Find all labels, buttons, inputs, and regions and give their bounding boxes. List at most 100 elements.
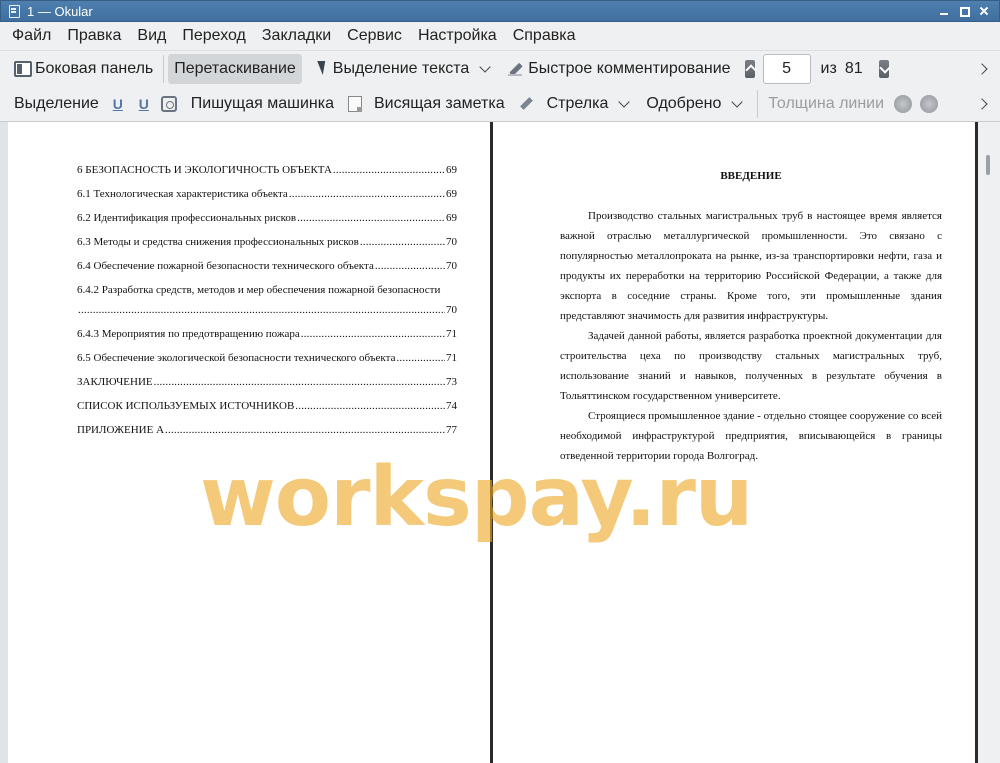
menu-go[interactable]: Переход	[174, 22, 254, 50]
typewriter-label: Пишущая машинка	[190, 94, 334, 112]
close-icon[interactable]	[979, 6, 989, 16]
introduction-paragraph: Задачей данной работы, является разработ…	[560, 330, 942, 402]
next-page-icon[interactable]	[878, 59, 889, 78]
sidebar-button[interactable]: Боковая панель	[8, 54, 159, 84]
window-title: 1 — Okular	[27, 3, 93, 19]
toc-entry: 6.4.2 Разработка средств, методов и мер …	[77, 284, 457, 296]
quick-comment-label: Быстрое комментирование	[528, 59, 731, 77]
approved-stamp-button[interactable]: Одобрено	[640, 89, 753, 119]
menu-settings[interactable]: Настройка	[410, 22, 505, 50]
pen-icon	[507, 60, 525, 78]
maximize-icon[interactable]	[959, 6, 970, 17]
toc-entry-title: 6.5 Обеспечение экологической безопаснос…	[77, 352, 396, 364]
arrow-tool-button[interactable]: Стрелка	[541, 89, 641, 119]
text-select-button[interactable]: Выделение текста	[306, 54, 502, 84]
minimize-icon[interactable]	[939, 6, 949, 16]
title-bar: 1 — Okular	[0, 0, 1000, 22]
chevron-down-icon[interactable]	[479, 60, 491, 73]
sidebar-icon	[14, 60, 32, 77]
toc-entry: СПИСОК ИСПОЛЬЗУЕМЫХ ИСТОЧНИКОВ 74	[77, 400, 457, 412]
toc-entry-page: 71	[446, 352, 457, 364]
toc-entry-title: 6.2 Идентификация профессиональных риско…	[77, 212, 297, 224]
toc-entry-title: 6 БЕЗОПАСНОСТЬ И ЭКОЛОГИЧНОСТЬ ОБЪЕКТА	[77, 164, 332, 176]
introduction-paragraph: Производство стальных магистральных труб…	[560, 210, 942, 322]
text-cursor-icon	[312, 60, 330, 78]
total-pages-label: 81	[844, 59, 863, 77]
selection-tool-button[interactable]: Выделение	[8, 89, 105, 119]
popup-note-button[interactable]: Висящая заметка	[368, 89, 511, 119]
toolbar-separator	[163, 54, 165, 83]
squiggle-underline-icon[interactable]: U	[137, 96, 151, 112]
menu-help[interactable]: Справка	[505, 22, 584, 50]
toc-entry: 6.3 Методы и средства снижения профессио…	[77, 236, 457, 248]
main-toolbar: Боковая панель Перетаскивание Выделение …	[0, 50, 1000, 86]
stamp-icon[interactable]	[160, 95, 177, 112]
text-select-label: Выделение текста	[332, 59, 470, 77]
menu-view[interactable]: Вид	[129, 22, 174, 50]
chevron-down-icon[interactable]	[618, 95, 631, 108]
document-view[interactable]: 6 БЕЗОПАСНОСТЬ И ЭКОЛОГИЧНОСТЬ ОБЪЕКТА 69…	[0, 122, 1000, 763]
toc-entry: 6 БЕЗОПАСНОСТЬ И ЭКОЛОГИЧНОСТЬ ОБЪЕКТА 69	[77, 164, 457, 176]
line-width-label: Толщина линии	[768, 94, 885, 112]
toc-entry-page: 74	[446, 400, 457, 412]
toc-entry-title: ПРИЛОЖЕНИЕ А	[77, 424, 165, 436]
introduction-paragraph: Строящиеся промышленное здание - отдельн…	[560, 410, 942, 462]
vertical-scrollbar[interactable]	[978, 122, 1000, 763]
line-width-button[interactable]: Толщина линии	[762, 89, 890, 119]
toc-entry-page: 71	[446, 328, 457, 340]
toc-entry-page: 70	[446, 236, 457, 248]
selection-label: Выделение	[14, 94, 99, 112]
quick-comment-button[interactable]: Быстрое комментирование	[501, 54, 736, 84]
menu-bookmarks[interactable]: Закладки	[254, 22, 339, 50]
toc-entry: 6.1 Технологическая характеристика объек…	[77, 188, 457, 200]
toc-entry: 6.2 Идентификация профессиональных риско…	[77, 212, 457, 224]
previous-page-icon[interactable]	[744, 59, 755, 78]
introduction-heading: ВВЕДЕНИЕ	[720, 170, 782, 182]
toc-entry-title: 6.4.2 Разработка средств, методов и мер …	[77, 284, 441, 296]
toc-entry: 6.4 Обеспечение пожарной безопасности те…	[77, 260, 457, 272]
toc-entry-page: 70	[446, 304, 457, 316]
toc-entry-title: 6.4.3 Мероприятия по предотвращению пожа…	[77, 328, 300, 340]
toc-entry: ПРИЛОЖЕНИЕ А 77	[77, 424, 457, 436]
toc-entry-page: 77	[446, 424, 457, 436]
sidebar-label: Боковая панель	[35, 59, 154, 77]
introduction-section: ВВЕДЕНИЕ Производство стальных магистрал…	[560, 166, 942, 466]
menu-edit[interactable]: Правка	[59, 22, 129, 50]
drag-mode-button[interactable]: Перетаскивание	[168, 53, 302, 84]
toc-entry-page: 69	[446, 188, 457, 200]
chevron-down-icon[interactable]	[731, 95, 744, 108]
menu-bar: Файл Правка Вид Переход Закладки Сервис …	[0, 22, 1000, 50]
menu-file[interactable]: Файл	[4, 22, 59, 50]
typewriter-button[interactable]: Пишущая машинка	[185, 89, 340, 119]
annotation-toolbar: Выделение U U Пишущая машинка Висящая за…	[0, 86, 1000, 122]
toc-entry-title: СПИСОК ИСПОЛЬЗУЕМЫХ ИСТОЧНИКОВ	[77, 400, 295, 412]
toc-entry: 6.4.3 Мероприятия по предотвращению пожа…	[77, 328, 457, 340]
chevron-right-icon[interactable]	[976, 97, 988, 110]
page-number-input[interactable]: 5	[762, 53, 811, 84]
note-label: Висящая заметка	[373, 94, 505, 112]
opacity-icon[interactable]	[920, 94, 939, 113]
scrollbar-thumb[interactable]	[986, 155, 990, 175]
okular-app-icon	[7, 4, 21, 18]
chevron-right-icon[interactable]	[976, 62, 988, 75]
toc-entry-continuation: 70	[77, 304, 457, 316]
toc-entry-page: 69	[446, 164, 457, 176]
color-icon[interactable]	[894, 94, 913, 113]
toc-entry-title: 6.4 Обеспечение пожарной безопасности те…	[77, 260, 374, 272]
arrow-label: Стрелка	[546, 94, 609, 112]
underline-icon[interactable]: U	[111, 96, 125, 112]
page-of-label: из	[820, 59, 837, 77]
drag-mode-label: Перетаскивание	[174, 59, 296, 77]
document-page-right: ВВЕДЕНИЕ Производство стальных магистрал…	[493, 122, 975, 763]
toc-entry-title: 6.1 Технологическая характеристика объек…	[77, 188, 288, 200]
approved-label: Одобрено	[646, 94, 722, 112]
toc-entry-title: 6.3 Методы и средства снижения профессио…	[77, 236, 359, 248]
toc-entry-page: 69	[446, 212, 457, 224]
document-page-left: 6 БЕЗОПАСНОСТЬ И ЭКОЛОГИЧНОСТЬ ОБЪЕКТА 69…	[8, 122, 490, 763]
note-icon	[347, 95, 362, 112]
toc-entry-page: 73	[446, 376, 457, 388]
toolbar-separator	[757, 89, 759, 118]
toc-entry: ЗАКЛЮЧЕНИЕ 73	[77, 376, 457, 388]
menu-tools[interactable]: Сервис	[339, 22, 410, 50]
toc-entry-page: 70	[446, 260, 457, 272]
